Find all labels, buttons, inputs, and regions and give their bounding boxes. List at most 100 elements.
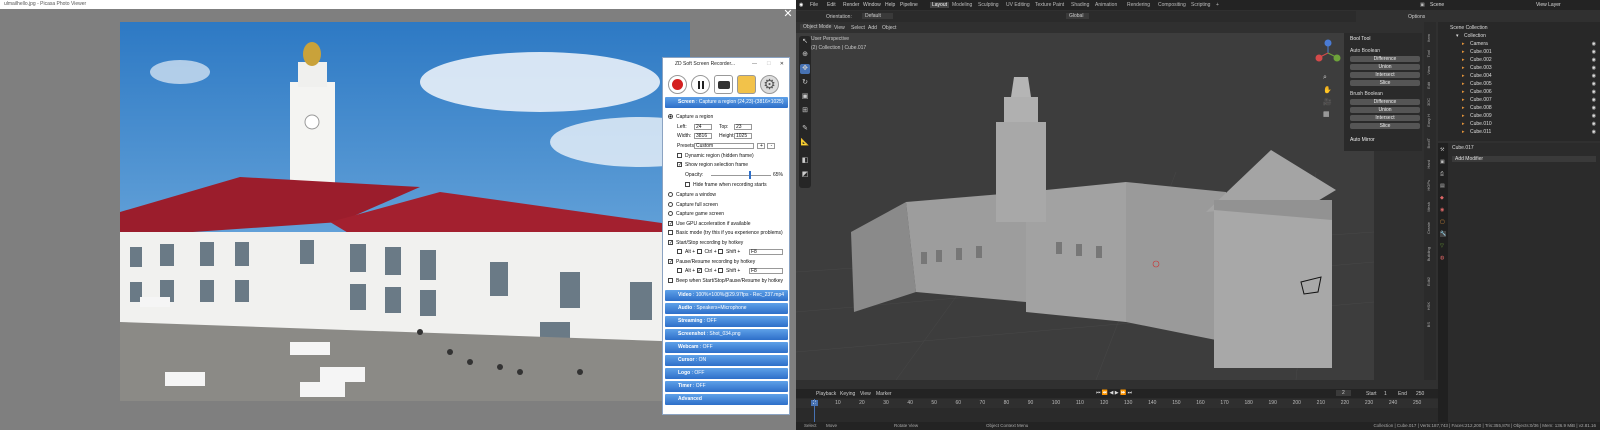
- outliner-item[interactable]: ▸ Cube.010 ◉: [1438, 120, 1600, 128]
- ntab-building[interactable]: Building: [1426, 247, 1431, 261]
- tab-compositing[interactable]: Compositing: [1158, 2, 1186, 8]
- mode-select[interactable]: Object Mode: [800, 24, 835, 30]
- ntab-view[interactable]: View: [1426, 66, 1431, 75]
- outliner-item[interactable]: ▸ Cube.003 ◉: [1438, 64, 1600, 72]
- gear-icon[interactable]: ⚙: [760, 75, 779, 94]
- outliner-item[interactable]: ▸ Cube.001 ◉: [1438, 48, 1600, 56]
- opacity-slider-thumb[interactable]: [749, 171, 751, 179]
- orientation-select[interactable]: Default: [862, 13, 893, 19]
- capture-window-radio[interactable]: Capture a window: [668, 192, 716, 198]
- pause-resume-hotkey-checkbox[interactable]: Pause/Resume recording by hotkey: [668, 259, 755, 265]
- basic-mode-checkbox[interactable]: Basic mode (try this if you experience p…: [668, 230, 783, 236]
- capture-region-radio[interactable]: Capture a region: [668, 114, 713, 120]
- select-menu[interactable]: Select: [851, 25, 865, 31]
- ntab-mesh[interactable]: Mesh: [1426, 202, 1431, 212]
- show-selection-checkbox[interactable]: Show region selection frame: [677, 162, 748, 168]
- outliner-item[interactable]: ▸ Cube.009 ◉: [1438, 112, 1600, 120]
- tab-rendering[interactable]: Rendering: [1127, 2, 1150, 8]
- outliner-item[interactable]: ▸ Cube.008 ◉: [1438, 104, 1600, 112]
- transform-icon[interactable]: ⊞: [800, 106, 810, 116]
- view-layer-name[interactable]: View Layer: [1536, 2, 1561, 8]
- auto-difference-button[interactable]: Difference: [1350, 56, 1420, 62]
- outliner-item[interactable]: ▸ Cube.002 ◉: [1438, 56, 1600, 64]
- pause-button[interactable]: [691, 75, 710, 94]
- brush-difference-button[interactable]: Difference: [1350, 99, 1420, 105]
- use-gpu-checkbox[interactable]: Use GPU acceleration if available: [668, 221, 750, 227]
- timeline-view-menu[interactable]: View: [860, 391, 871, 397]
- transform-orientation-select[interactable]: Global: [1066, 13, 1090, 19]
- folder-icon[interactable]: [737, 75, 756, 94]
- navigation-gizmo[interactable]: [1314, 38, 1342, 68]
- cursor-icon[interactable]: ↖: [800, 37, 810, 47]
- add-workspace-button[interactable]: +: [1216, 2, 1219, 8]
- object-name[interactable]: Cube.017: [1452, 145, 1474, 151]
- menu-file[interactable]: File: [810, 2, 818, 8]
- view-layer-props-icon[interactable]: ▤: [1440, 183, 1445, 189]
- height-field[interactable]: 1025: [734, 133, 752, 139]
- modifier-props-icon[interactable]: 🔧: [1440, 231, 1447, 237]
- record-button[interactable]: [668, 75, 687, 94]
- add-menu[interactable]: Add: [868, 25, 877, 31]
- advanced-section-header[interactable]: Advanced: [665, 394, 788, 405]
- timer-section-header[interactable]: Timer : OFF: [665, 381, 788, 392]
- streaming-section-header[interactable]: Streaming : OFF: [665, 316, 788, 327]
- ntab-create[interactable]: Create: [1426, 222, 1431, 234]
- brush-intersect-button[interactable]: Intersect: [1350, 115, 1420, 121]
- material-props-icon[interactable]: ◍: [1440, 255, 1444, 261]
- ntab-item[interactable]: Item: [1426, 34, 1431, 42]
- ntab-3dc[interactable]: 3DC: [1426, 98, 1431, 106]
- hotkey2-row[interactable]: Alt + Ctrl + Shift +: [677, 268, 740, 274]
- minimize-icon[interactable]: —: [752, 58, 757, 71]
- ntab-edit2[interactable]: Edit2: [1426, 277, 1431, 286]
- capture-full-radio[interactable]: Capture full screen: [668, 202, 718, 208]
- tab-uv-editing[interactable]: UV Editing: [1006, 2, 1030, 8]
- scene-collection-row[interactable]: Scene Collection: [1438, 24, 1600, 32]
- move-icon[interactable]: ✥: [800, 64, 810, 74]
- output-props-icon[interactable]: ⎙: [1440, 171, 1444, 177]
- menu-window[interactable]: Window: [863, 2, 881, 8]
- data-props-icon[interactable]: ▽: [1440, 243, 1444, 249]
- camera-icon[interactable]: [714, 75, 733, 94]
- start-field[interactable]: 1: [1384, 391, 1387, 397]
- viewport-3d[interactable]: [795, 22, 1375, 381]
- outliner-item[interactable]: ▸ Cube.007 ◉: [1438, 96, 1600, 104]
- opacity-slider[interactable]: [711, 175, 771, 176]
- auto-intersect-button[interactable]: Intersect: [1350, 72, 1420, 78]
- scene-name[interactable]: Scene: [1430, 2, 1444, 8]
- outliner-item[interactable]: ▸ Cube.005 ◉: [1438, 80, 1600, 88]
- tab-sculpting[interactable]: Sculpting: [978, 2, 999, 8]
- ntab-hops[interactable]: HOPs: [1426, 180, 1431, 191]
- ortho-grid-icon[interactable]: ▦: [1323, 110, 1330, 118]
- close-icon[interactable]: ✕: [780, 58, 784, 71]
- dynamic-region-checkbox[interactable]: Dynamic region (hidden frame): [677, 153, 754, 159]
- logo-section-header[interactable]: Logo : OFF: [665, 368, 788, 379]
- outliner-item[interactable]: ▸ Cube.011 ◉: [1438, 128, 1600, 136]
- hide-frame-checkbox[interactable]: Hide frame when recording starts: [685, 182, 767, 188]
- scale-icon[interactable]: ▣: [800, 92, 810, 102]
- timeline-ruler[interactable]: 210 20 30 40 50 60 70 80 90 100 110 120 130 140 150 160…: [796, 399, 1438, 408]
- object-menu[interactable]: Object: [882, 25, 896, 31]
- extra-tool-icon[interactable]: ◩: [800, 170, 810, 180]
- brush-slice-button[interactable]: Slice: [1350, 123, 1420, 129]
- scene-props-icon[interactable]: ◆: [1440, 195, 1444, 201]
- screenshot-section-header[interactable]: Screenshot : Shot_034.png: [665, 329, 788, 340]
- ntab-hard[interactable]: Hard: [1426, 160, 1431, 169]
- ntab-hsk[interactable]: HSK: [1426, 302, 1431, 310]
- zoom-icon[interactable]: ⌕: [1323, 74, 1327, 82]
- close-icon[interactable]: ✕: [782, 8, 794, 20]
- ntab-bs[interactable]: BS: [1426, 322, 1431, 327]
- hotkey1-select[interactable]: F8: [749, 249, 783, 255]
- hotkey1-row[interactable]: Alt + Ctrl + Shift +: [677, 249, 740, 255]
- preset-add-button[interactable]: +: [757, 143, 765, 149]
- camera-view-icon[interactable]: 🎥: [1323, 98, 1332, 106]
- ntab-edit[interactable]: Edit: [1426, 82, 1431, 89]
- preset-remove-button[interactable]: -: [767, 143, 775, 149]
- annotate-icon[interactable]: ✎: [800, 124, 810, 134]
- menu-help[interactable]: Help: [885, 2, 895, 8]
- outliner-item[interactable]: ▸ Camera ◉: [1438, 40, 1600, 48]
- audio-section-header[interactable]: Audio : Speakers+Microphone: [665, 303, 788, 314]
- start-stop-hotkey-checkbox[interactable]: Start/Stop recording by hotkey: [668, 240, 743, 246]
- add-modifier-button[interactable]: Add Modifier: [1452, 156, 1596, 162]
- menu-render[interactable]: Render: [843, 2, 859, 8]
- width-field[interactable]: 3816: [694, 133, 712, 139]
